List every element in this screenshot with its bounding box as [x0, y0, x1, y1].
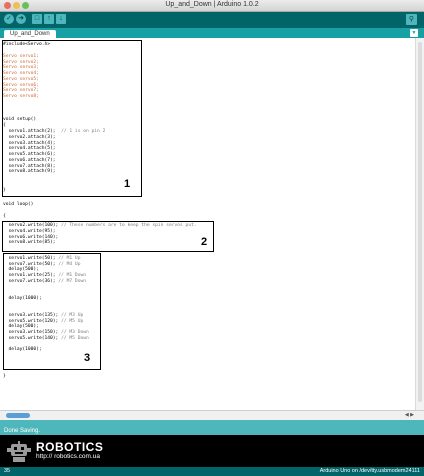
setup-signature: void setup(): [3, 117, 37, 122]
include-line: #include<Servo.h>: [3, 42, 51, 47]
loop-code: servo1.write(25);: [3, 273, 56, 279]
attach-line: servo6.attach(7);: [3, 157, 56, 163]
box2-first-comment: // These numbers are to keep the spin se…: [58, 223, 197, 228]
loop-open-brace: {: [3, 214, 6, 219]
board-port-info: Arduino Uno on /dev/tty.usbmodem24111: [319, 468, 420, 474]
loop-code: servo5.write(140);: [3, 335, 59, 341]
status-message: Done Saving.: [4, 428, 41, 434]
verify-button[interactable]: ✓: [4, 14, 14, 24]
loop-comment: // M3 Down: [58, 330, 89, 336]
save-icon: ↓: [59, 15, 63, 22]
write-line: servo4.write(95);: [3, 229, 56, 234]
horizontal-scroll-thumb[interactable]: [6, 413, 30, 418]
loop-comment: // M5 Down: [58, 335, 89, 341]
box2-first-line: servo2.write(100); // These numbers are …: [3, 223, 197, 229]
vertical-scroll-track[interactable]: [418, 42, 422, 402]
tab-bar: Up_and_Down ▼: [0, 28, 424, 39]
tab-menu-button[interactable]: ▼: [410, 29, 418, 37]
servo-declaration: Servo servo5;: [3, 76, 39, 82]
loop-comment: // M1 Down: [55, 273, 86, 279]
window-title: Up_and_Down | Arduino 1.0.2: [165, 1, 259, 8]
horizontal-scrollbar[interactable]: ◀ ▶: [0, 410, 424, 420]
loop-code: servo7.write(36);: [3, 278, 56, 284]
scroll-arrows-icon[interactable]: ◀ ▶: [405, 412, 414, 418]
setup-close-brace: }: [3, 188, 6, 193]
attach-first-code: servo1.attach(2);: [3, 129, 56, 134]
magnifier-icon: ⚲: [408, 16, 415, 23]
arrow-right-icon: ➜: [18, 15, 24, 22]
setup-open-brace: {: [3, 123, 6, 128]
upload-button[interactable]: ➜: [16, 14, 26, 24]
save-button[interactable]: ↓: [56, 14, 66, 24]
loop-code-line: servo7.write(36); // M7 Down: [3, 279, 89, 285]
line-number: 35: [4, 468, 11, 474]
declaration-list: Servo servo1; Servo servo2; Servo servo3; S…: [3, 54, 39, 100]
new-file-icon: □: [34, 15, 40, 22]
attach-first-line: servo1.attach(2); // 1 is on pin 2: [3, 129, 106, 135]
title-bar: Up_and_Down | Arduino 1.0.2: [0, 0, 424, 12]
write-line: servo8.write(85);: [3, 240, 56, 246]
watermark-brand: ROBOTICS: [36, 440, 104, 454]
loop-code-line: servo5.write(140); // M5 Down: [3, 336, 89, 342]
loop-code: servo7.write(50);: [3, 261, 56, 267]
open-button[interactable]: ↑: [44, 14, 54, 24]
loop-comment: // M5 Up: [58, 318, 84, 324]
loop-code: servo1.write(50);: [3, 256, 56, 261]
toolbar: ✓ ➜ □ ↑ ↓ ⚲: [0, 12, 424, 28]
vertical-scrollbar[interactable]: [415, 38, 424, 410]
servo-declaration: Servo servo4;: [3, 71, 39, 77]
annotation-number-1: 1: [124, 178, 131, 190]
loop-code: delay(500);: [3, 324, 39, 330]
open-icon: ↑: [47, 15, 51, 22]
loop-signature: void loop(): [3, 202, 34, 207]
attach-line: servo8.attach(9);: [3, 169, 56, 175]
annotation-number-2: 2: [201, 236, 208, 248]
attach-list: servo2.attach(3); servo3.attach(4); serv…: [3, 135, 56, 175]
attach-line: servo2.attach(3);: [3, 135, 56, 140]
loop-comment: // M7 Down: [55, 278, 86, 284]
servo-declaration: Servo servo8;: [3, 93, 39, 99]
loop-comment: // M3 Up: [58, 313, 84, 319]
box2-first-code: servo2.write(100);: [3, 223, 59, 228]
chevron-down-icon: ▼: [411, 30, 417, 36]
attach-first-comment: // 1 is on pin 2: [55, 129, 106, 134]
status-bar: Done Saving.: [0, 420, 424, 435]
footer-bar: 35 Arduino Uno on /dev/tty.usbmodem24111: [0, 467, 424, 476]
watermark-url: http:// robotics.com.ua: [36, 453, 100, 460]
annotation-number-3: 3: [84, 352, 91, 364]
attach-line: servo5.attach(6);: [3, 152, 56, 158]
loop-code: servo5.write(120);: [3, 318, 59, 324]
servo-declaration: Servo servo1;: [3, 54, 39, 59]
loop-close-brace: }: [3, 374, 6, 379]
serial-monitor-button[interactable]: ⚲: [406, 14, 417, 25]
robot-logo-icon: [7, 441, 31, 462]
loop-code: servo3.write(150);: [3, 330, 59, 336]
new-button[interactable]: □: [32, 14, 42, 24]
check-icon: ✓: [6, 15, 12, 22]
loop-code: delay(500);: [3, 267, 39, 273]
loop-comment: // M4 Up: [55, 261, 81, 267]
loop-code: delay(1000);: [3, 295, 42, 301]
loop-code: servo3.write(135);: [3, 313, 59, 319]
loop-code: delay(1000);: [3, 347, 42, 353]
loop-comment: // M1 Up: [55, 256, 81, 261]
box3-list: servo1.write(50); // M1 Up servo7.write(…: [3, 256, 89, 353]
box2-list: servo4.write(95); servo6.write(140); ser…: [3, 229, 59, 246]
loop-code-line: delay(1000);: [3, 347, 89, 353]
